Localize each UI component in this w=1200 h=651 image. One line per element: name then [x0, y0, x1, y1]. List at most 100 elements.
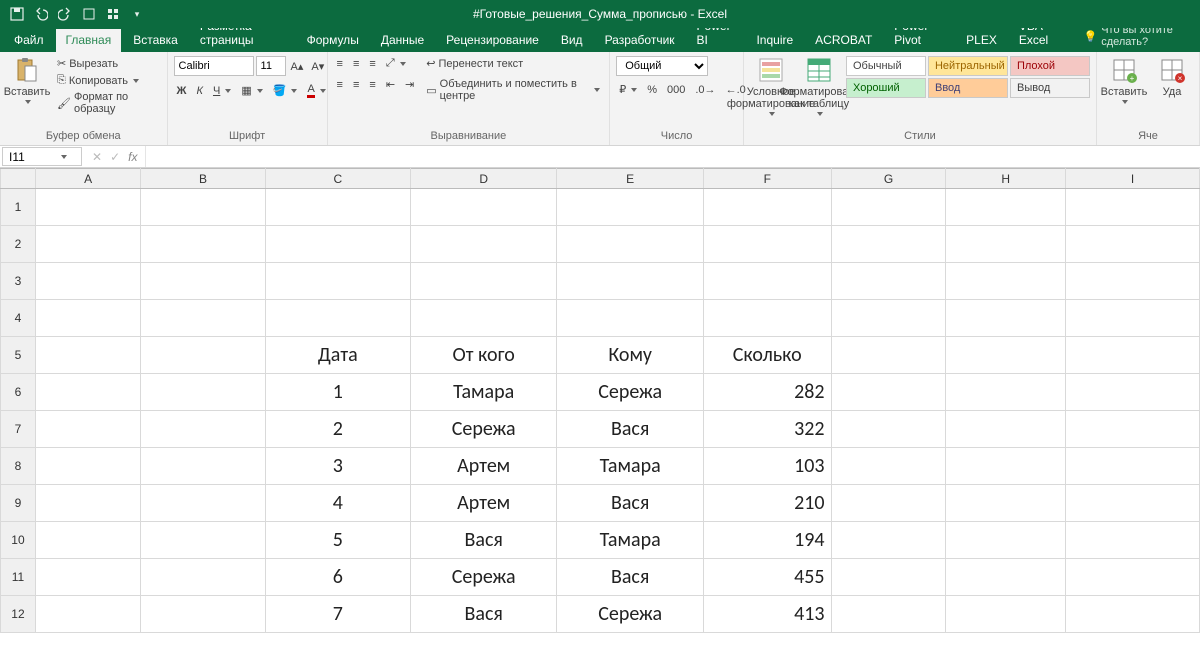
- qat-btn1-icon[interactable]: [82, 7, 96, 21]
- cell-C1[interactable]: [265, 189, 410, 226]
- cell-D2[interactable]: [410, 226, 556, 263]
- cell-B8[interactable]: [141, 448, 265, 485]
- cell-A6[interactable]: [35, 374, 140, 411]
- cell-F8[interactable]: 103: [703, 448, 831, 485]
- row-header-12[interactable]: 12: [1, 596, 36, 633]
- paste-button[interactable]: Вставить: [6, 56, 48, 104]
- cell-H9[interactable]: [946, 485, 1066, 522]
- cell-I11[interactable]: [1066, 559, 1200, 596]
- number-format-select[interactable]: Общий: [616, 56, 708, 76]
- cell-C2[interactable]: [265, 226, 410, 263]
- wrap-text-button[interactable]: ↩Перенести текст: [423, 56, 603, 71]
- align-left-icon[interactable]: ≡: [334, 78, 346, 92]
- cell-B4[interactable]: [141, 300, 265, 337]
- row-header-4[interactable]: 4: [1, 300, 36, 337]
- style-good[interactable]: Хороший: [846, 78, 926, 98]
- cell-D7[interactable]: Сережа: [410, 411, 556, 448]
- column-header-C[interactable]: C: [265, 169, 410, 189]
- cell-E3[interactable]: [557, 263, 703, 300]
- cell-I3[interactable]: [1066, 263, 1200, 300]
- cell-C5[interactable]: Дата: [265, 337, 410, 374]
- undo-icon[interactable]: [34, 7, 48, 21]
- cell-G10[interactable]: [831, 522, 946, 559]
- cell-G7[interactable]: [831, 411, 946, 448]
- merge-center-button[interactable]: ▭Объединить и поместить в центре: [423, 77, 603, 103]
- cell-C8[interactable]: 3: [265, 448, 410, 485]
- cell-F4[interactable]: [703, 300, 831, 337]
- row-header-1[interactable]: 1: [1, 189, 36, 226]
- cell-A1[interactable]: [35, 189, 140, 226]
- tab-formulas[interactable]: Формулы: [297, 29, 369, 52]
- fill-color-button[interactable]: 🪣: [270, 83, 301, 98]
- cell-B11[interactable]: [141, 559, 265, 596]
- row-header-8[interactable]: 8: [1, 448, 36, 485]
- cell-B9[interactable]: [141, 485, 265, 522]
- cell-G1[interactable]: [831, 189, 946, 226]
- cell-D3[interactable]: [410, 263, 556, 300]
- save-icon[interactable]: [10, 7, 24, 21]
- format-as-table-button[interactable]: Форматировать как таблицу: [798, 56, 840, 116]
- cell-H12[interactable]: [946, 596, 1066, 633]
- align-middle-icon[interactable]: ≡: [350, 57, 362, 71]
- style-output[interactable]: Вывод: [1010, 78, 1090, 98]
- cell-A2[interactable]: [35, 226, 140, 263]
- font-name-input[interactable]: [174, 56, 254, 76]
- cell-I5[interactable]: [1066, 337, 1200, 374]
- cell-G4[interactable]: [831, 300, 946, 337]
- cell-I7[interactable]: [1066, 411, 1200, 448]
- cell-A9[interactable]: [35, 485, 140, 522]
- cell-H4[interactable]: [946, 300, 1066, 337]
- cell-D1[interactable]: [410, 189, 556, 226]
- row-header-6[interactable]: 6: [1, 374, 36, 411]
- insert-cells-button[interactable]: + Вставить: [1103, 56, 1145, 104]
- column-header-H[interactable]: H: [946, 169, 1066, 189]
- underline-button[interactable]: Ч: [210, 84, 234, 98]
- tab-data[interactable]: Данные: [371, 29, 434, 52]
- style-neutral[interactable]: Нейтральный: [928, 56, 1008, 76]
- cell-G2[interactable]: [831, 226, 946, 263]
- cell-F5[interactable]: Сколько: [703, 337, 831, 374]
- cell-I6[interactable]: [1066, 374, 1200, 411]
- cell-D10[interactable]: Вася: [410, 522, 556, 559]
- cell-A12[interactable]: [35, 596, 140, 633]
- row-header-3[interactable]: 3: [1, 263, 36, 300]
- row-header-5[interactable]: 5: [1, 337, 36, 374]
- cell-A3[interactable]: [35, 263, 140, 300]
- borders-button[interactable]: ▦: [238, 83, 265, 98]
- column-header-I[interactable]: I: [1066, 169, 1200, 189]
- cell-E6[interactable]: Сережа: [557, 374, 703, 411]
- tab-plex[interactable]: PLEX: [956, 29, 1007, 52]
- orientation-icon[interactable]: ⤢: [383, 56, 409, 71]
- column-header-E[interactable]: E: [557, 169, 703, 189]
- cell-G6[interactable]: [831, 374, 946, 411]
- cell-A8[interactable]: [35, 448, 140, 485]
- cell-G3[interactable]: [831, 263, 946, 300]
- cell-H6[interactable]: [946, 374, 1066, 411]
- row-header-9[interactable]: 9: [1, 485, 36, 522]
- align-center-icon[interactable]: ≡: [350, 78, 362, 92]
- cell-H11[interactable]: [946, 559, 1066, 596]
- row-header-2[interactable]: 2: [1, 226, 36, 263]
- cell-F11[interactable]: 455: [703, 559, 831, 596]
- cell-E1[interactable]: [557, 189, 703, 226]
- cell-I4[interactable]: [1066, 300, 1200, 337]
- name-box[interactable]: [2, 147, 82, 166]
- increase-decimal-icon[interactable]: .0→: [692, 83, 718, 97]
- cell-I2[interactable]: [1066, 226, 1200, 263]
- customize-qat-icon[interactable]: ▾: [130, 7, 144, 21]
- cell-I12[interactable]: [1066, 596, 1200, 633]
- tab-acrobat[interactable]: ACROBAT: [805, 29, 882, 52]
- cell-B6[interactable]: [141, 374, 265, 411]
- cell-C3[interactable]: [265, 263, 410, 300]
- font-color-button[interactable]: A: [304, 82, 328, 99]
- font-size-input[interactable]: [256, 56, 286, 76]
- cell-C10[interactable]: 5: [265, 522, 410, 559]
- cell-F7[interactable]: 322: [703, 411, 831, 448]
- enter-formula-icon[interactable]: ✓: [110, 150, 120, 164]
- cut-button[interactable]: ✂Вырезать: [54, 56, 161, 71]
- currency-icon[interactable]: ₽: [616, 82, 640, 97]
- tab-review[interactable]: Рецензирование: [436, 29, 549, 52]
- cell-C4[interactable]: [265, 300, 410, 337]
- cell-A4[interactable]: [35, 300, 140, 337]
- bold-button[interactable]: Ж: [174, 84, 190, 98]
